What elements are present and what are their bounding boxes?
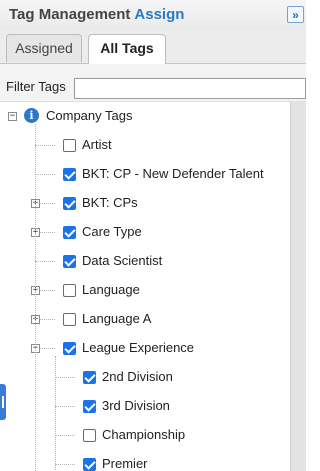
tag-checkbox[interactable] bbox=[63, 313, 76, 326]
panel-title-accent: Assign bbox=[134, 6, 185, 23]
tag-label[interactable]: 2nd Division bbox=[102, 369, 173, 384]
tree-connector-line bbox=[35, 145, 55, 146]
tree-connector-line bbox=[55, 464, 75, 465]
tab-bar: Assigned All Tags bbox=[0, 30, 306, 64]
tag-label[interactable]: Language bbox=[82, 282, 140, 297]
tree-connector-line bbox=[35, 261, 55, 262]
tag-label[interactable]: BKT: CP - New Defender Talent bbox=[82, 166, 264, 181]
collapse-root-expander[interactable]: − bbox=[8, 112, 17, 121]
filter-row: Filter Tags bbox=[0, 64, 306, 102]
panel-header: Tag Management Assign » bbox=[0, 0, 306, 31]
tag-label[interactable]: Artist bbox=[82, 137, 112, 152]
tag-checkbox[interactable] bbox=[63, 255, 76, 268]
tag-checkbox[interactable] bbox=[63, 342, 76, 355]
tag-checkbox[interactable] bbox=[63, 284, 76, 297]
tree-scrollbar[interactable] bbox=[290, 101, 306, 471]
tag-label[interactable]: Care Type bbox=[82, 224, 142, 239]
tab-all-tags[interactable]: All Tags bbox=[88, 34, 166, 64]
tag-label[interactable]: Language A bbox=[82, 311, 151, 326]
info-icon: i bbox=[24, 108, 39, 123]
tag-label[interactable]: BKT: CPs bbox=[82, 195, 138, 210]
filter-tags-input[interactable] bbox=[74, 78, 306, 99]
tag-checkbox[interactable] bbox=[63, 168, 76, 181]
tag-label[interactable]: Data Scientist bbox=[82, 253, 162, 268]
tree-connector-line bbox=[55, 435, 75, 436]
collapse-panel-button[interactable]: » bbox=[287, 6, 304, 23]
tree-connector-line bbox=[55, 356, 56, 471]
tag-checkbox[interactable] bbox=[63, 139, 76, 152]
tab-assigned[interactable]: Assigned bbox=[6, 34, 82, 62]
tag-label[interactable]: League Experience bbox=[82, 340, 194, 355]
tag-label[interactable]: Premier bbox=[102, 456, 148, 471]
tree-connector-line bbox=[35, 124, 36, 471]
tag-checkbox[interactable] bbox=[83, 400, 96, 413]
tag-checkbox[interactable] bbox=[83, 371, 96, 384]
tree-connector-line bbox=[55, 406, 75, 407]
tree-connector-line bbox=[55, 377, 75, 378]
tag-label[interactable]: Championship bbox=[102, 427, 185, 442]
tag-tree: − i Company Tags Artist BKT: CP - New Defend… bbox=[0, 101, 290, 471]
panel-title-text: Tag Management bbox=[9, 6, 131, 23]
filter-tags-label: Filter Tags bbox=[6, 79, 66, 94]
tag-checkbox[interactable] bbox=[63, 226, 76, 239]
tree-connector-line bbox=[35, 174, 55, 175]
tag-checkbox[interactable] bbox=[63, 197, 76, 210]
tree-root-label: Company Tags bbox=[46, 108, 133, 123]
panel-title: Tag Management Assign bbox=[9, 6, 184, 23]
tag-checkbox[interactable] bbox=[83, 429, 96, 442]
tag-label[interactable]: 3rd Division bbox=[102, 398, 170, 413]
double-chevron-right-icon: » bbox=[292, 8, 299, 22]
side-panel-handle[interactable] bbox=[0, 384, 6, 420]
tag-checkbox[interactable] bbox=[83, 458, 96, 471]
